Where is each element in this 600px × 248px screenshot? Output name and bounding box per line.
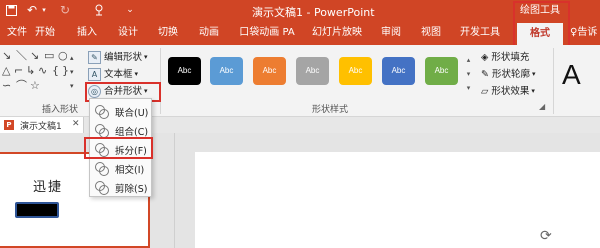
styles-up-icon[interactable]: ▴ [463,53,474,67]
title-bar: ↶ ▾ ↻ ⌄ 演示文稿1 - PowerPoint 绘图工具 [0,0,600,21]
styles-gallery-scroll: ▴ ▾ ▾ [463,53,474,97]
edit-shape-label: 编辑形状 [104,52,143,63]
style-swatch-black[interactable]: Abc [168,57,201,85]
combine-label: 组合(C) [115,127,149,138]
intersect-icon [95,162,109,176]
shape-effects-button[interactable]: ▱ 形状效果 ▾ [481,84,535,99]
chevron-down-icon: ▾ [144,53,148,61]
thumbnail-black-shape [15,202,59,218]
text-box-icon: A [88,68,101,81]
chevron-down-icon: ▾ [531,70,536,78]
gallery-more-icon[interactable]: ▾ [70,80,74,92]
tab-slideshow[interactable]: 幻灯片放映 [309,21,365,45]
fragment-highlight [84,137,153,159]
customize-qat-icon[interactable]: ⌄ [125,2,135,18]
group-divider [553,48,554,114]
shape-brace-icon[interactable]: { [52,65,59,77]
shape-oval-icon[interactable]: ○ [58,50,68,62]
pen-icon: ✎ [481,69,489,80]
tab-developer[interactable]: 开发工具 [457,21,503,45]
shape-rect-icon[interactable]: ▭ [44,50,54,62]
undo-dropdown-icon[interactable]: ▾ [40,2,48,18]
window-title: 演示文稿1 - PowerPoint [252,6,375,19]
shapes-gallery[interactable]: ↘ ＼ ↘ ▭ ○ △ ⌐ ↳ ∿ { } ∽ ⌒ ☆ ▴ ▾ ▾ [0,48,80,96]
text-box-button[interactable]: A 文本框 ▾ [88,67,138,82]
effects-icon: ▱ [481,86,489,97]
paint-bucket-icon: ◈ [481,52,489,63]
style-swatch-gold[interactable]: Abc [339,57,372,85]
shape-outline-label: 形状轮廓 [491,69,530,80]
style-swatch-green[interactable]: Abc [425,57,458,85]
insert-shapes-group-label: 插入形状 [41,105,78,115]
shape-fill-button[interactable]: ◈ 形状填充 [481,50,529,65]
tell-me-label: 告诉 [577,27,598,38]
shape-star-icon[interactable]: ☆ [30,80,40,92]
shape-outline-button[interactable]: ✎ 形状轮廓 ▾ [481,67,536,82]
subtract-label: 剪除(S) [115,184,148,195]
combine-icon [95,124,109,138]
text-box-label: 文本框 [104,69,133,80]
undo-icon[interactable]: ↶ [25,2,39,18]
tab-transitions[interactable]: 切换 [155,21,181,45]
shape-triangle-icon[interactable]: △ [2,65,10,77]
shape-arrow-line-icon[interactable]: ↘ [30,50,39,62]
dialog-launcher-icon[interactable]: ◢ [539,102,545,111]
style-swatch-orange[interactable]: Abc [253,57,286,85]
tab-view[interactable]: 视图 [418,21,444,45]
gallery-down-icon[interactable]: ▾ [70,66,74,78]
shape-effects-label: 形状效果 [491,86,530,97]
gallery-up-icon[interactable]: ▴ [70,52,74,64]
group-divider [160,48,161,114]
chevron-down-icon: ▾ [134,70,139,78]
shape-curve-icon[interactable]: ∿ [38,65,47,77]
wordart-style-a[interactable]: A [562,59,581,91]
shape-elbow-icon[interactable]: ⌐ [14,65,23,77]
shape-arrow-icon[interactable]: ↘ [2,50,11,62]
style-swatch-gray[interactable]: Abc [296,57,329,85]
styles-down-icon[interactable]: ▾ [463,67,474,81]
menu-item-intersect[interactable]: 相交(I) [92,160,150,178]
tab-file[interactable]: 文件 [4,21,30,45]
menu-item-subtract[interactable]: 剪除(S) [92,179,150,197]
tab-pocket-animation[interactable]: 口袋动画 PA [236,21,298,45]
shape-styles-group-label: 形状样式 [311,105,348,115]
style-swatch-dark-blue[interactable]: Abc [382,57,415,85]
intersect-label: 相交(I) [115,165,145,176]
tell-me[interactable]: ♀告诉 [570,21,600,45]
edit-shape-button[interactable]: ✎ 编辑形状 ▾ [88,50,148,65]
style-swatch-blue[interactable]: Abc [210,57,243,85]
menu-item-union[interactable]: 联合(U) [92,103,150,121]
styles-more-icon[interactable]: ▾ [463,81,474,95]
powerpoint-icon: P [4,120,14,130]
tab-design[interactable]: 设计 [115,21,141,45]
subtract-icon [95,181,109,195]
shape-brace-right-icon[interactable]: } [62,65,69,77]
chevron-down-icon: ▾ [531,87,535,95]
shape-wave-icon[interactable]: ∽ [2,80,11,92]
tab-insert[interactable]: 插入 [74,21,100,45]
save-icon[interactable] [4,2,18,18]
close-icon[interactable]: ✕ [72,119,80,129]
ribbon-tabs: 文件 开始 插入 设计 切换 动画 口袋动画 PA 幻灯片放映 审阅 视图 开发… [0,21,600,45]
tab-home[interactable]: 开始 [32,21,58,45]
edit-shape-icon: ✎ [88,51,101,64]
union-label: 联合(U) [115,108,149,119]
redo-icon[interactable]: ↻ [58,2,72,18]
tab-animations[interactable]: 动画 [196,21,222,45]
tab-review[interactable]: 审阅 [378,21,404,45]
shape-fill-label: 形状填充 [491,52,530,63]
shape-line-icon[interactable]: ＼ [16,50,27,62]
union-icon [95,105,109,119]
shape-elbow-arrow-icon[interactable]: ↳ [26,65,35,77]
rotate-handle-icon[interactable]: ⟳ [540,228,552,244]
shape-arc-icon[interactable]: ⌒ [16,80,27,92]
thumbnail-text: 迅捷 [33,180,64,195]
document-tab[interactable]: P 演示文稿1 ✕ [0,117,84,133]
presenter-icon[interactable] [92,2,106,18]
document-tab-label: 演示文稿1 [20,121,62,132]
